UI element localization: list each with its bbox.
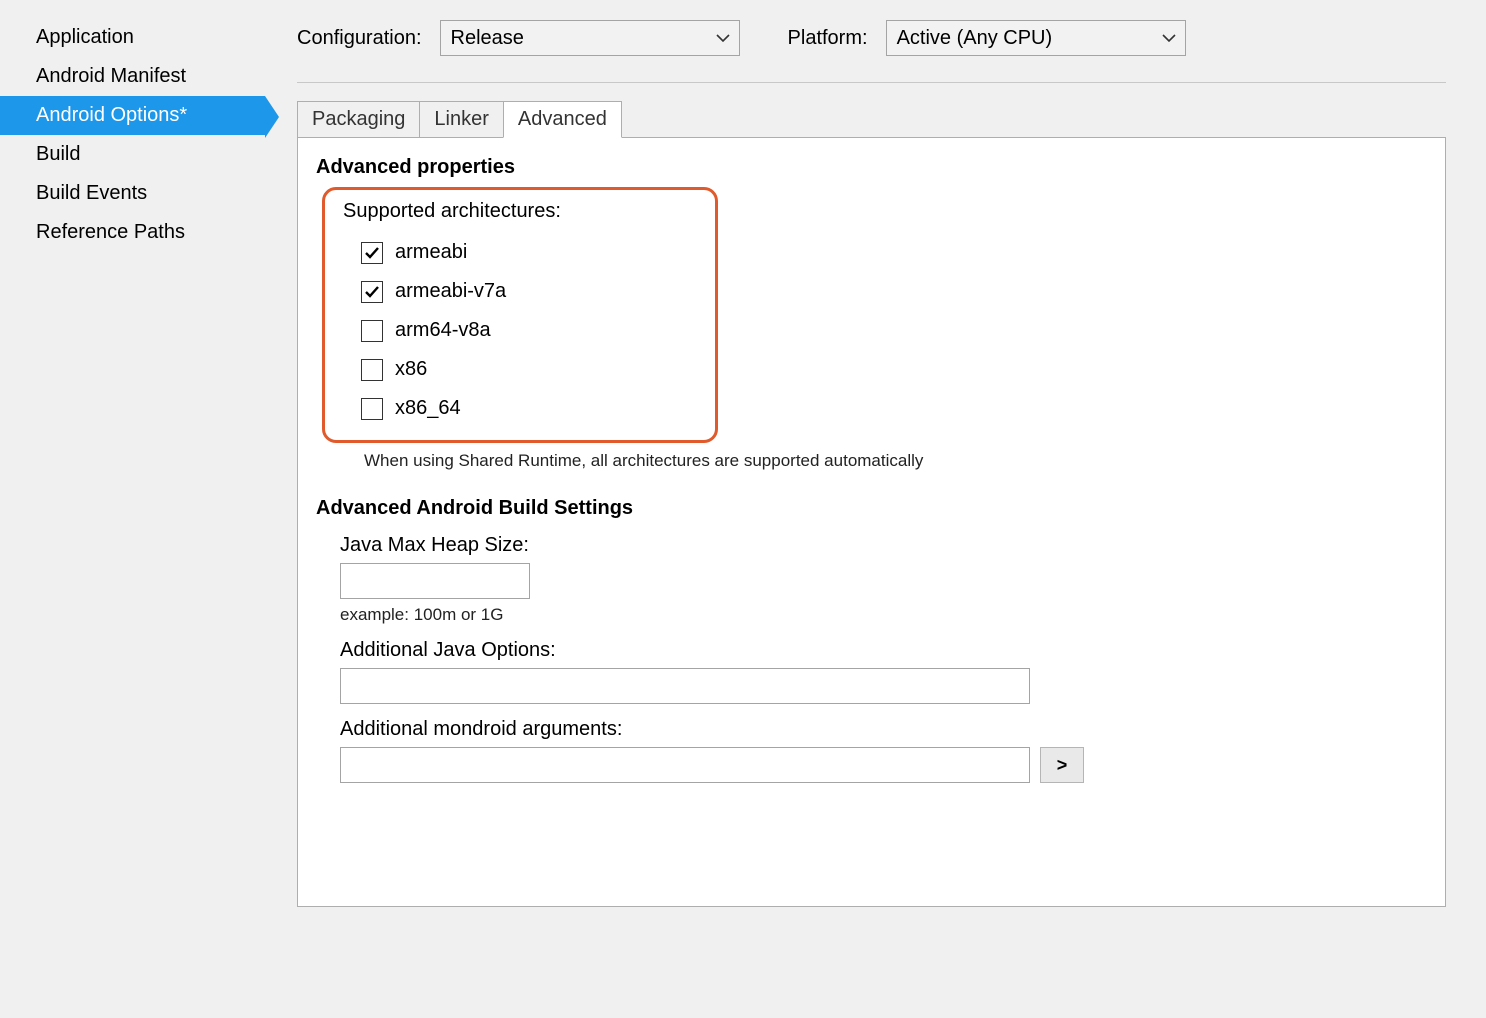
arch-label-x86-64: x86_64 xyxy=(395,397,461,420)
sidebar-item-build[interactable]: Build xyxy=(0,135,265,174)
arch-checkbox-armeabi-v7a[interactable] xyxy=(361,281,383,303)
arch-label-x86: x86 xyxy=(395,358,427,381)
arch-row-armeabi-v7a: armeabi-v7a xyxy=(343,272,561,311)
arch-row-x86: x86 xyxy=(343,350,561,389)
arch-checkbox-armeabi[interactable] xyxy=(361,242,383,264)
config-row: Configuration: Release Platform: Active … xyxy=(297,20,1446,83)
tab-linker[interactable]: Linker xyxy=(419,101,503,138)
sidebar-item-android-manifest[interactable]: Android Manifest xyxy=(0,57,265,96)
configuration-label: Configuration: xyxy=(297,27,422,50)
platform-select[interactable]: Active (Any CPU) xyxy=(886,20,1186,56)
additional-mondroid-arguments-input[interactable] xyxy=(340,747,1030,783)
arch-label-armeabi: armeabi xyxy=(395,241,467,264)
tab-packaging[interactable]: Packaging xyxy=(297,101,420,138)
tab-strip: Packaging Linker Advanced xyxy=(297,101,1446,138)
additional-java-options-input[interactable] xyxy=(340,668,1030,704)
arch-checkbox-arm64-v8a[interactable] xyxy=(361,320,383,342)
additional-java-options-label: Additional Java Options: xyxy=(340,639,1427,662)
tab-advanced[interactable]: Advanced xyxy=(503,101,622,138)
platform-select-value: Active (Any CPU) xyxy=(897,27,1053,50)
configuration-select[interactable]: Release xyxy=(440,20,740,56)
sidebar-item-application[interactable]: Application xyxy=(0,18,265,57)
main-content: Configuration: Release Platform: Active … xyxy=(265,0,1486,1018)
sidebar-item-build-events[interactable]: Build Events xyxy=(0,174,265,213)
tab-panel-advanced: Advanced properties Supported architectu… xyxy=(297,137,1446,907)
java-heap-label: Java Max Heap Size: xyxy=(340,534,1427,557)
arch-label-armeabi-v7a: armeabi-v7a xyxy=(395,280,506,303)
arch-row-arm64-v8a: arm64-v8a xyxy=(343,311,561,350)
shared-runtime-hint: When using Shared Runtime, all architect… xyxy=(364,451,1427,471)
arch-row-armeabi: armeabi xyxy=(343,233,561,272)
chevron-down-icon xyxy=(1162,33,1176,43)
arch-checkbox-x86[interactable] xyxy=(361,359,383,381)
java-heap-example: example: 100m or 1G xyxy=(340,605,1427,625)
supported-architectures-highlight: Supported architectures: armeabi armeabi… xyxy=(322,187,718,443)
java-heap-input[interactable] xyxy=(340,563,530,599)
arch-checkbox-x86-64[interactable] xyxy=(361,398,383,420)
configuration-select-value: Release xyxy=(451,27,524,50)
supported-architectures-label: Supported architectures: xyxy=(343,200,561,223)
chevron-down-icon xyxy=(716,33,730,43)
sidebar: Application Android Manifest Android Opt… xyxy=(0,0,265,1018)
section-advanced-properties-title: Advanced properties xyxy=(316,156,1427,179)
sidebar-item-reference-paths[interactable]: Reference Paths xyxy=(0,213,265,252)
section-advanced-build-title: Advanced Android Build Settings xyxy=(316,497,1427,520)
additional-mondroid-arguments-label: Additional mondroid arguments: xyxy=(340,718,1427,741)
mondroid-more-button[interactable]: > xyxy=(1040,747,1084,783)
arch-row-x86-64: x86_64 xyxy=(343,389,561,428)
platform-label: Platform: xyxy=(788,27,868,50)
sidebar-item-android-options[interactable]: Android Options* xyxy=(0,96,265,135)
arch-label-arm64-v8a: arm64-v8a xyxy=(395,319,491,342)
